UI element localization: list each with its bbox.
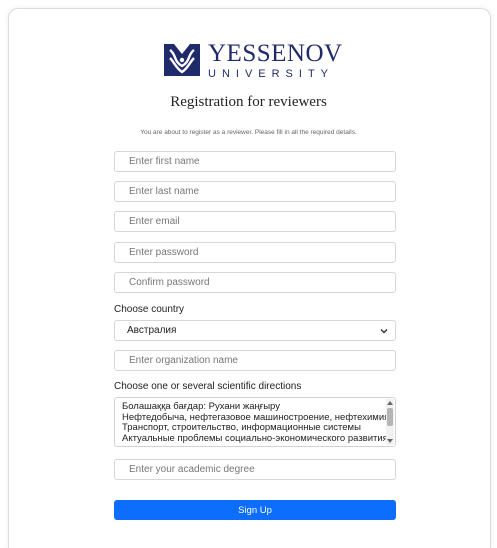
direction-option[interactable]: Нефтедобыча, нефтегазовое машиностроение… [122, 413, 387, 424]
last-name-field[interactable] [114, 181, 396, 202]
university-logo: YESSENOV UNIVERSITY [162, 38, 352, 82]
logo-subtitle: UNIVERSITY [208, 67, 335, 80]
country-select[interactable]: Австралия [114, 320, 396, 341]
academic-degree-field[interactable] [114, 459, 396, 480]
email-field[interactable] [114, 211, 396, 232]
password-field[interactable] [114, 242, 396, 263]
direction-option[interactable]: Болашаққа бағдар: Рухани жаңғыру [122, 402, 387, 413]
first-name-field[interactable] [114, 151, 396, 172]
country-label: Choose country [114, 304, 185, 315]
directions-multiselect[interactable]: Болашаққа бағдар: Рухани жаңғыру Нефтедо… [114, 397, 396, 447]
organization-field[interactable] [114, 350, 396, 371]
directions-label: Choose one or several scientific directi… [114, 381, 302, 392]
directions-scrollbar[interactable] [386, 399, 394, 445]
country-selected-value: Австралия [127, 325, 177, 336]
direction-option[interactable]: Транспорт, строительство, информационные… [122, 423, 387, 434]
confirm-password-field[interactable] [114, 272, 396, 293]
sign-up-button[interactable]: Sign Up [114, 500, 396, 520]
university-emblem-icon [164, 44, 200, 76]
scroll-thumb[interactable] [387, 408, 393, 426]
scroll-up-icon[interactable] [387, 401, 393, 405]
page-title: Registration for reviewers [170, 94, 327, 110]
direction-option[interactable]: Актуальные проблемы социально-экономичес… [122, 434, 387, 445]
intro-text: You are about to register as a reviewer.… [140, 129, 357, 136]
logo-name: YESSENOV [208, 39, 343, 67]
chevron-down-icon [380, 329, 388, 334]
scroll-down-icon[interactable] [387, 439, 393, 443]
